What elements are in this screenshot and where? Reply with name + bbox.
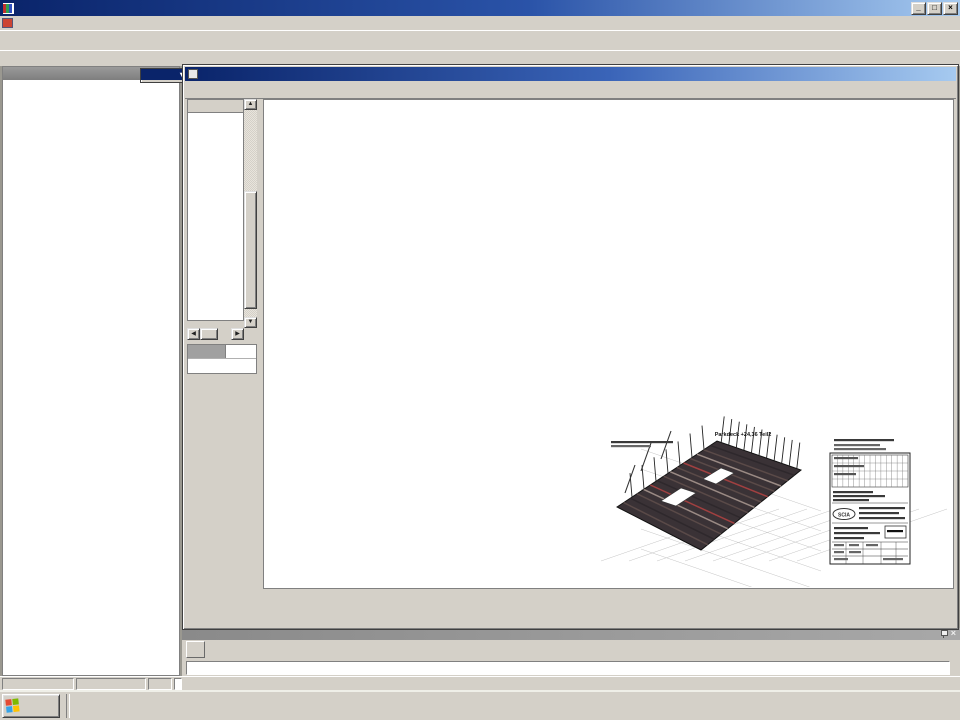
menu-tree xyxy=(3,81,179,675)
scroll-up-icon[interactable]: ▲ xyxy=(244,99,257,110)
mdi-child-icon xyxy=(2,18,13,28)
taskbar xyxy=(0,690,960,720)
panel-close-icon[interactable]: × xyxy=(951,629,956,638)
toolbar-standard xyxy=(0,30,960,51)
menubaum-panel: ▾ × xyxy=(2,66,180,676)
property-name-value[interactable] xyxy=(226,345,256,358)
start-button[interactable] xyxy=(2,694,60,718)
property-name-label xyxy=(188,345,226,358)
status-unit xyxy=(148,678,172,690)
status-cell-1 xyxy=(2,678,74,690)
plot-list-hscrollbar[interactable]: ◀ ▶ xyxy=(187,328,244,340)
command-input[interactable] xyxy=(186,661,950,675)
plot-property-grid xyxy=(187,344,257,374)
menu-bar xyxy=(0,16,960,31)
zeichnungsgalerie-window: ▲ ▼ ◀ ▶ Parkdeck +24,36 Teil2 SCIA xyxy=(182,64,959,630)
drawing-canvas[interactable]: Parkdeck +24,36 Teil2 SCIA xyxy=(265,101,952,587)
app-icon xyxy=(3,3,14,14)
status-cell-2 xyxy=(76,678,146,690)
scia-engineer-window: _ □ × ▾ × ▾ xyxy=(0,0,960,720)
gallery-window-icon xyxy=(188,69,198,79)
status-plane-toggle[interactable] xyxy=(174,678,182,690)
scroll-right-icon[interactable]: ▶ xyxy=(231,328,244,340)
befehlszeile-toolbar xyxy=(182,640,960,658)
ansicht-palette-titlebar[interactable]: ▾ xyxy=(141,69,187,80)
gallery-titlebar[interactable] xyxy=(185,67,956,81)
plot-list xyxy=(187,99,244,321)
pin-icon[interactable] xyxy=(940,629,948,638)
gallery-toolbar xyxy=(185,81,956,99)
plot-list-vscrollbar[interactable]: ▲ ▼ xyxy=(244,99,257,328)
scroll-down-icon[interactable]: ▼ xyxy=(244,317,257,328)
status-state xyxy=(184,678,190,690)
windows-flag-icon xyxy=(5,698,20,713)
status-bar xyxy=(0,676,960,690)
scroll-left-icon[interactable]: ◀ xyxy=(187,328,200,340)
hscroll-thumb[interactable] xyxy=(200,328,218,340)
minimize-icon[interactable]: _ xyxy=(911,2,926,15)
gallery-statusbar xyxy=(187,591,954,604)
plot-preview-pane[interactable]: Parkdeck +24,36 Teil2 SCIA xyxy=(263,99,954,589)
title-block: SCIA xyxy=(830,439,910,564)
scroll-thumb[interactable] xyxy=(244,191,257,309)
window-titlebar: _ □ × xyxy=(0,0,960,16)
deck-view-title: Parkdeck +24,36 Teil2 xyxy=(715,432,772,438)
maximize-icon[interactable]: □ xyxy=(927,2,942,15)
scia-logo: SCIA xyxy=(838,513,850,519)
plot-list-header[interactable] xyxy=(188,100,243,113)
ansicht-palette: ▾ xyxy=(140,68,188,83)
close-icon[interactable]: × xyxy=(943,2,958,15)
befehlszeile-panel: × xyxy=(182,628,960,676)
gallery-buttons xyxy=(187,605,954,625)
